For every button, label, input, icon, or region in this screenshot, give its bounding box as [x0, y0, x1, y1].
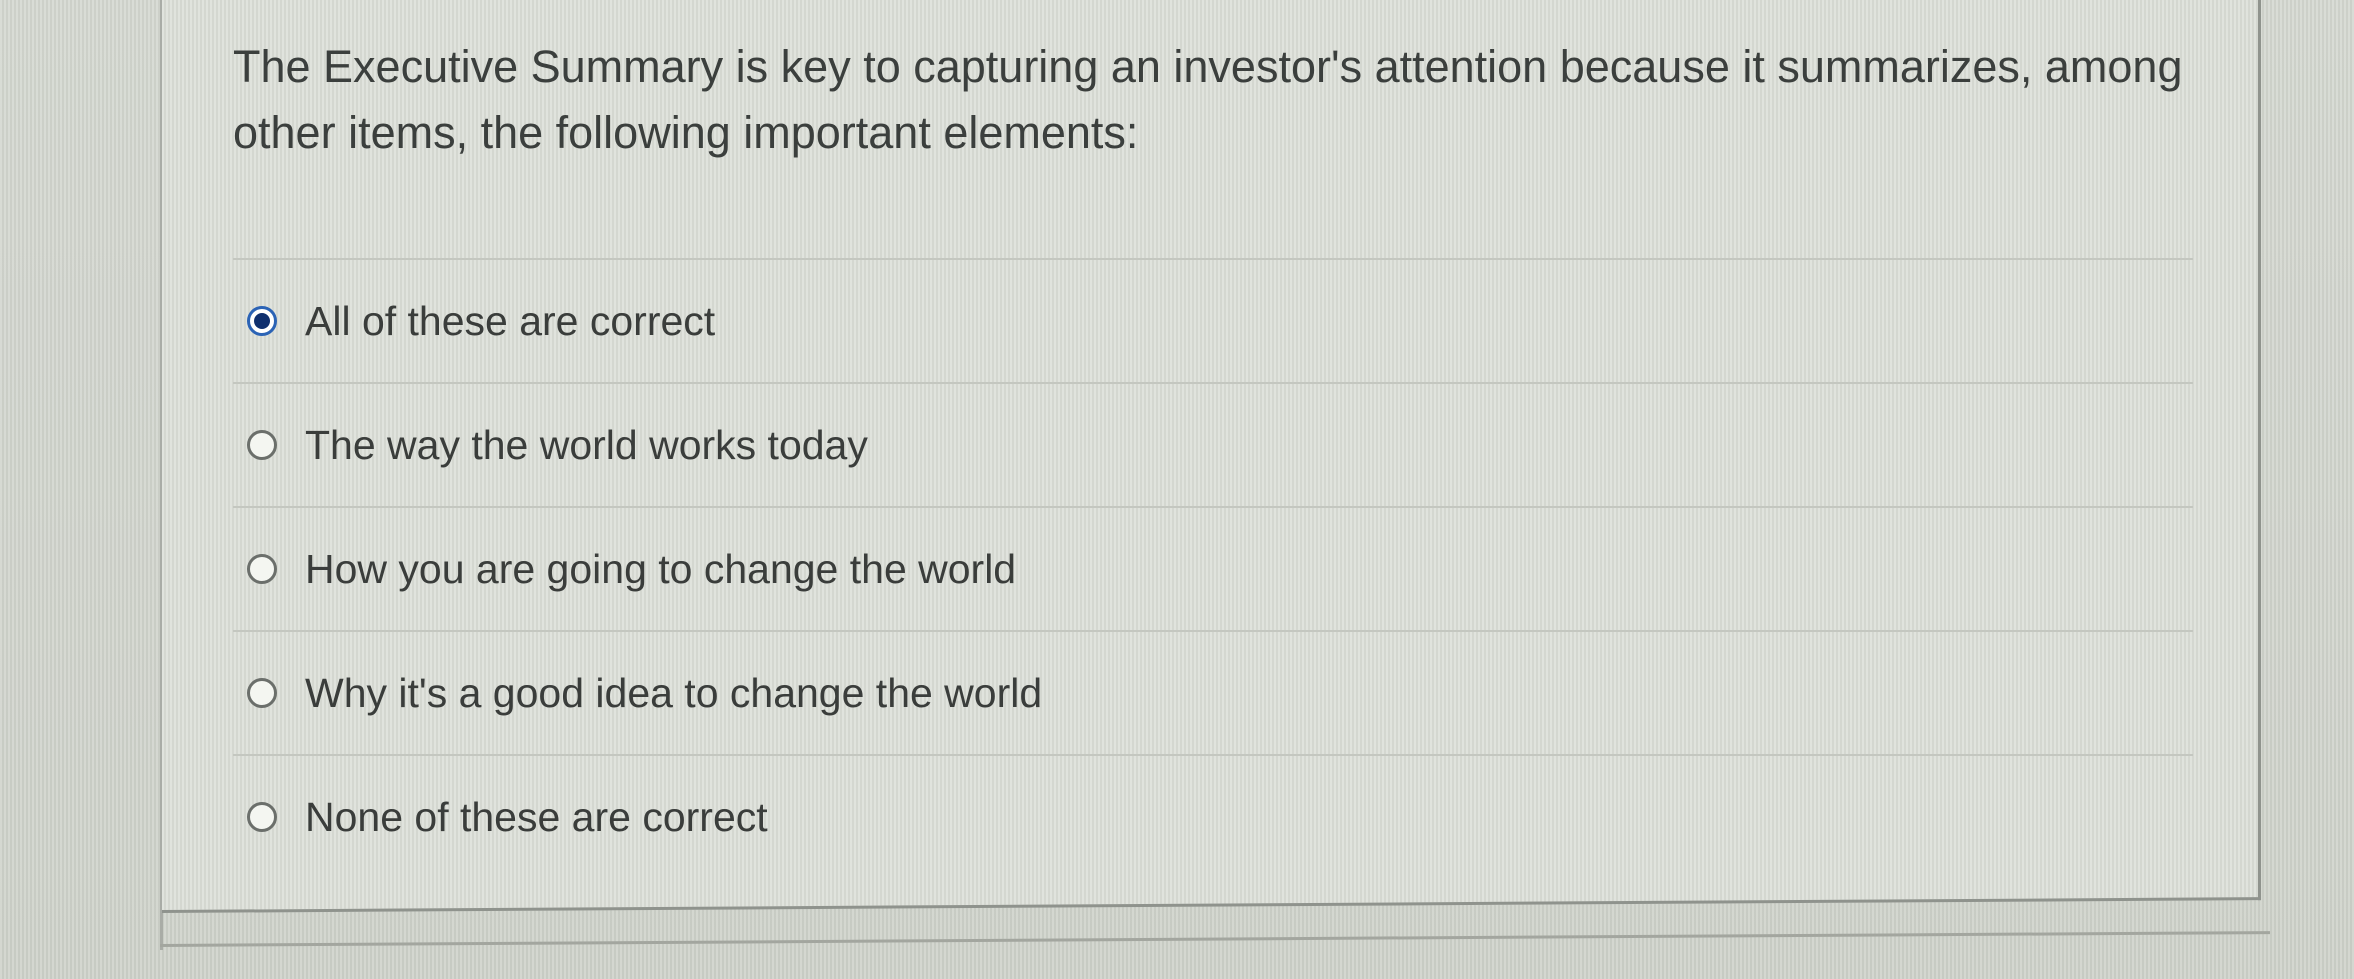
- option-label: Why it's a good idea to change the world: [305, 669, 1043, 716]
- option-all-correct[interactable]: All of these are correct: [233, 258, 2193, 382]
- option-label: How you are going to change the world: [305, 545, 1017, 592]
- option-world-today[interactable]: The way the world works today: [233, 382, 2193, 506]
- option-none-correct[interactable]: None of these are correct: [233, 754, 2193, 878]
- radio-button[interactable]: [247, 554, 277, 584]
- question-text: The Executive Summary is key to capturin…: [233, 41, 2183, 158]
- radio-button[interactable]: [247, 430, 277, 460]
- answer-options: All of these are correct The way the wor…: [233, 258, 2193, 878]
- option-good-idea[interactable]: Why it's a good idea to change the world: [233, 630, 2193, 754]
- radio-button[interactable]: [247, 678, 277, 708]
- radio-button-selected[interactable]: [247, 306, 277, 336]
- option-label: All of these are correct: [305, 297, 716, 344]
- panel-outer-border: [160, 931, 2270, 947]
- option-label: The way the world works today: [305, 421, 868, 468]
- option-label: None of these are correct: [305, 793, 768, 840]
- radio-button[interactable]: [247, 802, 277, 832]
- option-change-world[interactable]: How you are going to change the world: [233, 506, 2193, 630]
